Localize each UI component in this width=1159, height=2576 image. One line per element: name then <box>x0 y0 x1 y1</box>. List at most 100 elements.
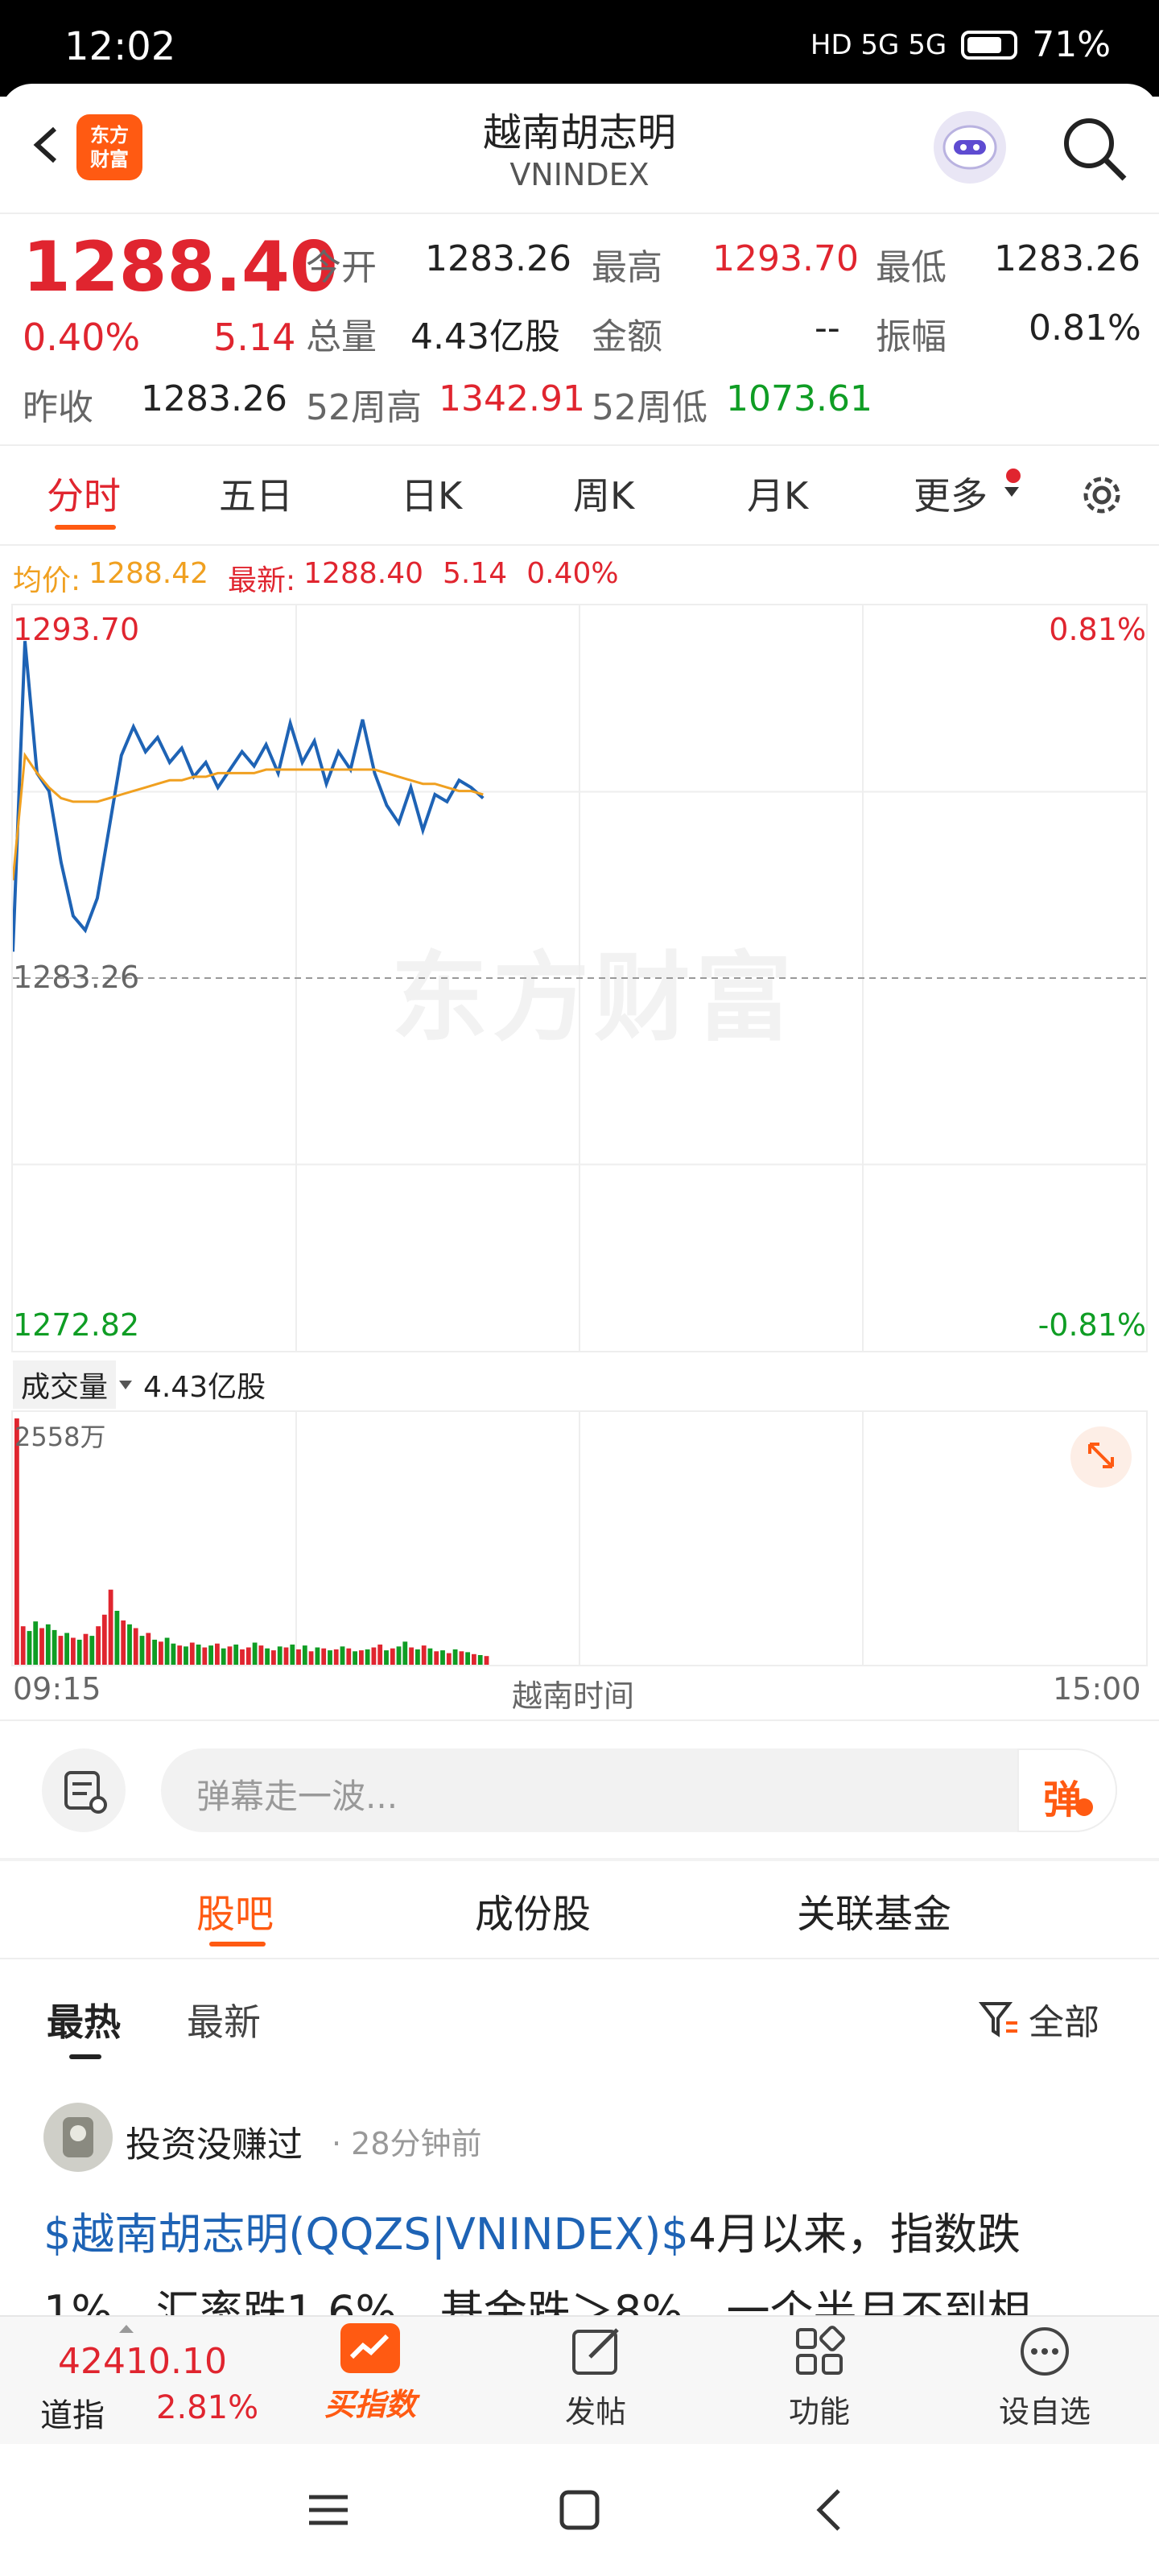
danmu-input[interactable]: 弹幕走一波... 弹 <box>161 1748 1117 1832</box>
volume-total: 4.43亿股 <box>143 1371 266 1404</box>
volume-bar <box>333 1649 339 1665</box>
filter-hot[interactable]: 最热 <box>47 1993 121 2046</box>
chart-info-bar: 均价: 1288.42 最新: 1288.40 5.14 0.40% <box>13 557 619 599</box>
open-value: 1283.26 <box>425 238 571 279</box>
volume-bar <box>452 1649 458 1665</box>
sub-tab-related-funds[interactable]: 关联基金 <box>797 1882 951 1938</box>
volume-bar <box>177 1645 183 1665</box>
volume-bar <box>58 1636 64 1665</box>
nav-buy-index-label: 买指数 <box>324 2387 416 2422</box>
volume-bar <box>421 1645 427 1665</box>
volume-label: 总量 <box>306 316 377 357</box>
change-value: 5.14 <box>213 316 296 359</box>
pct-bottom-label: -0.81% <box>1037 1307 1146 1343</box>
post-time: · 28分钟前 <box>332 2126 482 2161</box>
volume-bar <box>409 1647 414 1665</box>
volume-bar <box>415 1649 420 1665</box>
w52-low-label: 52周低 <box>592 387 707 428</box>
tab-daily-k[interactable]: 日K <box>401 467 462 520</box>
index-ticker[interactable]: 42410.10 道指 2.81% <box>0 2318 266 2439</box>
volume-bar <box>208 1645 213 1665</box>
volume-bar <box>283 1647 289 1665</box>
robot-assistant-icon[interactable] <box>934 111 1006 184</box>
high-label: 最高 <box>592 247 662 288</box>
index-value: 42410.10 <box>58 2341 227 2382</box>
volume-bar <box>184 1646 188 1665</box>
latest-change-pct: 0.40% <box>526 557 619 590</box>
volume-bar <box>114 1611 120 1665</box>
divider <box>0 544 1159 546</box>
volume-bar <box>252 1642 258 1665</box>
volume-value: 4.43亿股 <box>410 316 560 357</box>
avg-value: 1288.42 <box>89 557 209 590</box>
nav-post[interactable]: 发帖 <box>531 2323 660 2431</box>
tab-five-day[interactable]: 五日 <box>219 467 293 520</box>
filter-new[interactable]: 最新 <box>187 1993 261 2046</box>
volume-bar <box>233 1644 239 1665</box>
status-bar: 12:02 HD 5G 5G 71% <box>0 0 1159 97</box>
tab-monthly-k[interactable]: 月K <box>747 467 808 520</box>
pct-top-label: 0.81% <box>1049 612 1146 647</box>
network-icon: HD 5G 5G <box>810 28 947 61</box>
divider <box>0 1958 1159 1959</box>
home-icon[interactable] <box>555 2486 604 2534</box>
nav-functions-label: 功能 <box>788 2394 850 2429</box>
y-top-label: 1293.70 <box>13 612 140 647</box>
volume-bar <box>76 1639 82 1665</box>
avatar[interactable] <box>43 2103 113 2172</box>
volume-bar <box>459 1651 464 1665</box>
y-mid-label: 1283.26 <box>13 960 140 995</box>
sub-tab-active-indicator <box>209 1942 266 1946</box>
post-author[interactable]: 投资没赚过 <box>126 2116 303 2167</box>
danmu-send-button[interactable]: 弹 <box>1017 1748 1117 1832</box>
volume-bar <box>308 1651 314 1665</box>
volume-bar <box>290 1644 295 1665</box>
settings-gear-icon[interactable] <box>1077 470 1127 520</box>
nav-functions[interactable]: 功能 <box>755 2323 884 2431</box>
volume-bar <box>221 1648 226 1665</box>
volume-bar <box>240 1649 245 1665</box>
volume-bar <box>196 1644 201 1665</box>
tab-intraday[interactable]: 分时 <box>47 467 121 520</box>
post-text: 4月以来，指数跌 <box>688 2209 1021 2260</box>
tab-more[interactable]: 更多 <box>914 467 988 520</box>
volume-bar <box>371 1647 377 1665</box>
volume-bar <box>465 1652 470 1665</box>
search-icon[interactable] <box>1058 113 1131 185</box>
prev-close-value: 1283.26 <box>141 378 287 419</box>
volume-bar <box>265 1648 270 1665</box>
expand-icon[interactable] <box>1070 1426 1132 1488</box>
volume-bar <box>14 1418 19 1665</box>
volume-bar <box>427 1648 433 1665</box>
volume-bar <box>89 1636 95 1665</box>
volume-bar <box>164 1637 170 1665</box>
tab-weekly-k[interactable]: 周K <box>573 467 634 520</box>
sub-tab-guba[interactable]: 股吧 <box>196 1882 274 1938</box>
prev-close-label: 昨收 <box>23 387 93 428</box>
price-chart[interactable]: 东方财富 1293.70 1283.26 1272.82 0.81% -0.81… <box>11 604 1148 1352</box>
volume-bar <box>365 1649 370 1665</box>
grid-apps-icon <box>796 2326 845 2375</box>
volume-bar <box>296 1649 301 1665</box>
menu-icon[interactable] <box>304 2486 353 2534</box>
volume-bar <box>434 1651 439 1665</box>
nav-add-watchlist[interactable]: 设自选 <box>980 2323 1109 2431</box>
w52-low-value: 1073.61 <box>726 378 872 419</box>
tab-active-indicator <box>55 525 116 530</box>
danmu-list-icon[interactable] <box>42 1748 126 1832</box>
volume-bar <box>396 1646 402 1665</box>
volume-bar <box>39 1628 44 1665</box>
volume-header[interactable]: 成交量 4.43亿股 <box>13 1360 266 1409</box>
volume-chart[interactable]: 2558万 <box>11 1410 1148 1666</box>
latest-change: 5.14 <box>443 557 508 590</box>
amount-label: 金额 <box>592 316 662 357</box>
filter-all-button[interactable]: 全部 <box>979 1993 1099 2045</box>
nav-buy-index[interactable]: 买指数 <box>306 2323 435 2424</box>
volume-bar <box>33 1621 39 1665</box>
filter-hot-indicator <box>69 2054 101 2059</box>
post-stock-link[interactable]: $越南胡志明(QQZS|VNINDEX)$ <box>43 2209 689 2260</box>
filter-all-label: 全部 <box>1029 2002 1099 2043</box>
sub-tab-constituents[interactable]: 成份股 <box>475 1882 591 1938</box>
back-nav-icon[interactable] <box>806 2486 855 2534</box>
volume-bar <box>258 1645 264 1665</box>
